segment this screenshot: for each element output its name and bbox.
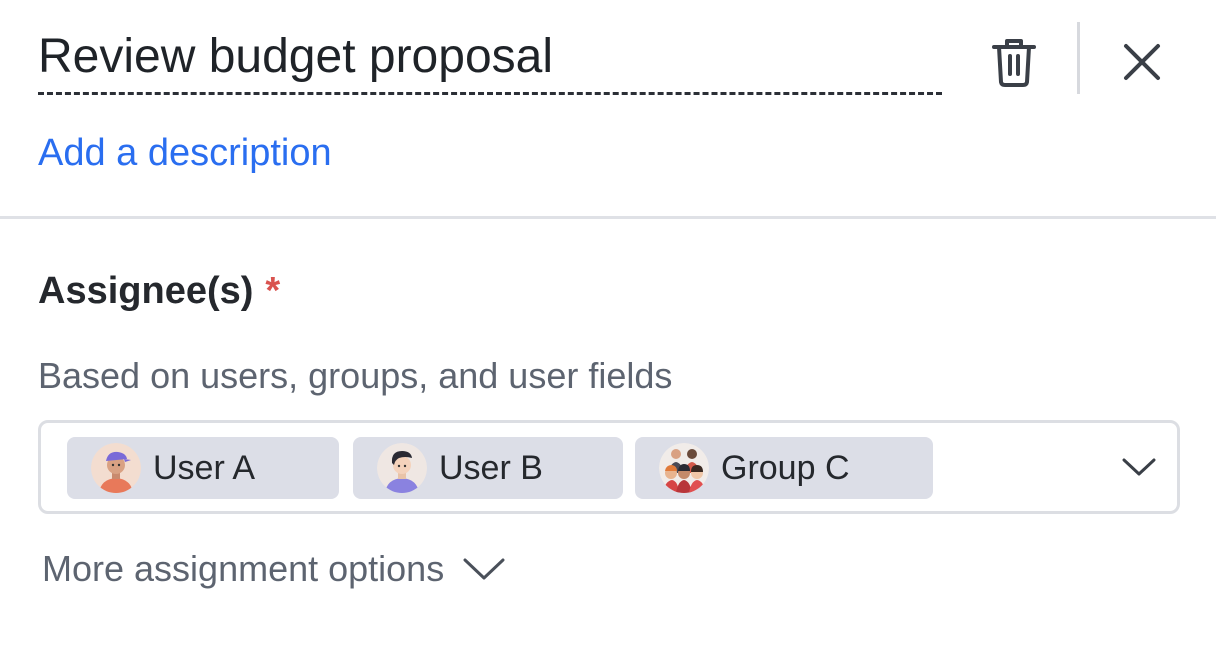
assignee-chip-user-a[interactable]: User A [67, 437, 339, 499]
assignee-dropdown-toggle[interactable] [1119, 447, 1159, 487]
assignee-label-text: Assignee(s) [38, 270, 254, 312]
group-avatar-icon [659, 443, 709, 493]
task-title[interactable]: Review budget proposal [38, 26, 553, 88]
assignee-chip-group-c[interactable]: Group C [635, 437, 933, 499]
close-icon [1124, 44, 1160, 80]
trash-icon [992, 39, 1036, 87]
more-assignment-options-toggle[interactable]: More assignment options [42, 544, 506, 594]
delete-button[interactable] [984, 32, 1044, 92]
chip-label: User A [153, 449, 256, 487]
user-avatar-icon [377, 443, 427, 493]
close-button[interactable] [1112, 32, 1172, 92]
assignee-picker[interactable]: User A User B Group C [38, 420, 1180, 514]
required-marker: * [265, 270, 281, 312]
user-avatar-icon [91, 443, 141, 493]
more-options-label: More assignment options [42, 548, 445, 589]
assignee-chip-user-b[interactable]: User B [353, 437, 623, 499]
task-detail-panel: Review budget proposal Add a description… [0, 0, 1216, 646]
chevron-down-icon [1122, 458, 1156, 476]
section-divider [0, 216, 1216, 219]
assignee-helper-text: Based on users, groups, and user fields [38, 355, 673, 396]
assignee-field-label: Assignee(s) * [38, 266, 280, 316]
title-dashed-underline [38, 92, 942, 95]
add-description-link[interactable]: Add a description [38, 128, 332, 178]
chip-label: User B [439, 449, 543, 487]
chevron-down-icon [462, 549, 506, 589]
chip-label: Group C [721, 449, 850, 487]
header-divider [1077, 22, 1080, 94]
